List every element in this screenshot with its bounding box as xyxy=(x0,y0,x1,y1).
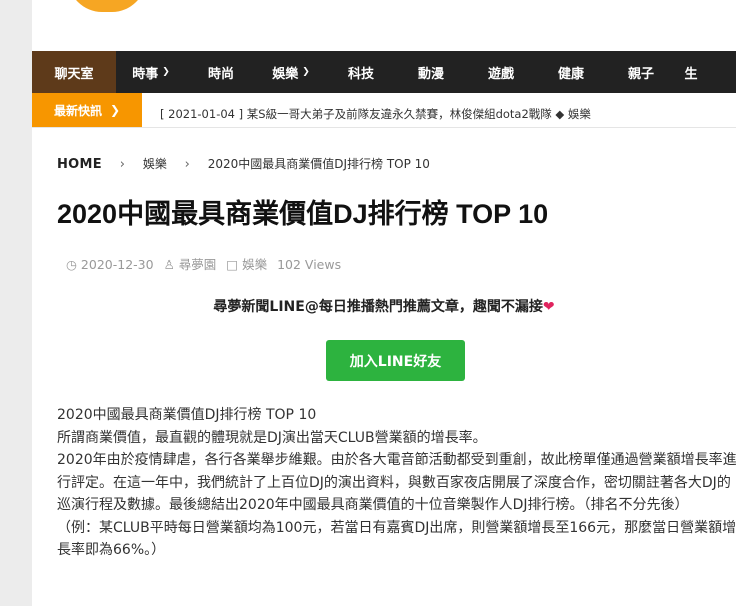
breadcrumb-separator-icon: › xyxy=(119,157,125,172)
line-promo: 尋夢新聞LINE@每日推播熱門推薦文章，趣聞不漏接❤ xyxy=(32,296,736,316)
nav-label: 時尚 xyxy=(207,66,234,82)
news-ticker: 最新快訊 ❯ [ 2021-01-04 ] 某S級一哥大弟子及前隊友違永久禁賽，… xyxy=(32,93,736,128)
ticker-headline-link[interactable]: [ 2021-01-04 ] 某S級一哥大弟子及前隊友違永久禁賽，林俊傑組dot… xyxy=(160,93,591,127)
page: 聊天室 時事 ❯ 時尚 娛樂 ❯ 科技 動漫 遊戲 健康 親子 生 最新快訊 ❯ [… xyxy=(32,0,736,606)
article-paragraph: 2020中國最具商業價值DJ排行榜 TOP 10 xyxy=(57,407,317,423)
ticker-label: 最新快訊 ❯ xyxy=(32,93,142,127)
nav-item-parenting[interactable]: 親子 xyxy=(606,51,676,93)
article-paragraph: 所謂商業價值，最直觀的體現就是DJ演出當天CLUB營業額的增長率。 xyxy=(57,429,487,446)
nav-label: 親子 xyxy=(627,66,654,82)
nav-item-health[interactable]: 健康 xyxy=(536,51,606,93)
nav-label: 聊天室 xyxy=(54,66,94,82)
chevron-down-icon: ❯ xyxy=(162,67,170,77)
ticker-label-text: 最新快訊 xyxy=(53,103,102,118)
site-logo[interactable] xyxy=(68,0,146,12)
nav-item-news[interactable]: 時事 ❯ xyxy=(116,51,186,93)
nav-item-life[interactable]: 生 xyxy=(676,51,706,93)
line-promo-text: 尋夢新聞LINE@每日推播熱門推薦文章，趣聞不漏接 xyxy=(213,299,543,315)
nav-item-entertainment[interactable]: 娛樂 ❯ xyxy=(256,51,326,93)
add-line-friend-button[interactable]: 加入LINE好友 xyxy=(326,340,465,381)
nav-item-anime[interactable]: 動漫 xyxy=(396,51,466,93)
article-paragraph: 2020年由於疫情肆虐，各行各業舉步維艱。由於各大電音節活動都受到重創，故此榜單… xyxy=(57,452,736,513)
post-date: 2020-12-30 xyxy=(80,257,154,272)
user-icon: ♙ xyxy=(163,257,175,272)
nav-item-tech[interactable]: 科技 xyxy=(326,51,396,93)
nav-label: 科技 xyxy=(347,66,374,82)
breadcrumb: HOME › 娛樂 › 2020中國最具商業價值DJ排行榜 TOP 10 xyxy=(57,155,430,172)
nav-item-games[interactable]: 遊戲 xyxy=(466,51,536,93)
page-title: 2020中國最具商業價值DJ排行榜 TOP 10 xyxy=(57,199,549,229)
breadcrumb-home[interactable]: HOME xyxy=(57,157,102,172)
nav-label: 時事 xyxy=(132,66,159,82)
nav-item-fashion[interactable]: 時尚 xyxy=(186,51,256,93)
chevron-down-icon: ❯ xyxy=(302,67,310,77)
post-author[interactable]: 尋夢園 xyxy=(179,257,217,272)
chevron-right-icon: ❯ xyxy=(109,103,121,117)
breadcrumb-separator-icon: › xyxy=(184,157,190,172)
nav-label: 生 xyxy=(684,66,698,82)
main-nav: 聊天室 時事 ❯ 時尚 娛樂 ❯ 科技 動漫 遊戲 健康 親子 生 xyxy=(32,51,736,93)
post-views: 102 Views xyxy=(277,257,342,272)
nav-label: 健康 xyxy=(557,66,584,82)
nav-label: 娛樂 xyxy=(272,66,299,82)
nav-label: 動漫 xyxy=(417,66,444,82)
post-meta: ◷ 2020-12-30 ♙ 尋夢園 □ 娛樂 102 Views xyxy=(66,254,347,273)
heart-icon: ❤ xyxy=(542,299,555,315)
nav-item-chatroom[interactable]: 聊天室 xyxy=(32,51,116,93)
breadcrumb-category[interactable]: 娛樂 xyxy=(143,157,167,171)
folder-icon: □ xyxy=(226,257,239,272)
breadcrumb-current: 2020中國最具商業價值DJ排行榜 TOP 10 xyxy=(207,157,430,171)
article-body: 2020中國最具商業價值DJ排行榜 TOP 10 所謂商業價值，最直觀的體現就是… xyxy=(57,404,736,562)
nav-label: 遊戲 xyxy=(487,66,514,82)
post-category[interactable]: 娛樂 xyxy=(242,257,267,272)
clock-icon: ◷ xyxy=(66,257,77,272)
article-paragraph: （例：某CLUB平時每日營業額均為100元，若當日有嘉賓DJ出席，則營業額增長至… xyxy=(57,519,736,559)
